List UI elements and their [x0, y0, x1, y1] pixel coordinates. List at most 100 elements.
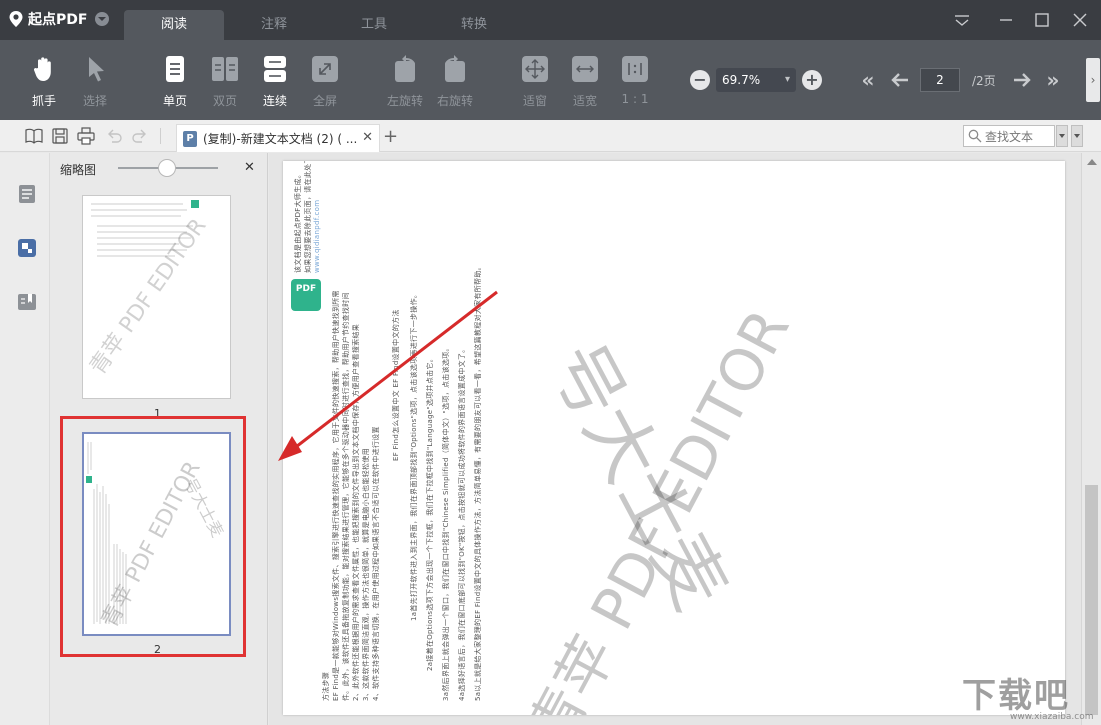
double-page-icon — [212, 57, 238, 81]
scroll-up-icon[interactable] — [1087, 159, 1097, 165]
body-line: 2、此外软件还能根据用户的需求查看文件属性，也能把搜索到的文件导出到文本文档中保… — [352, 323, 360, 701]
body-line: 2a接着在Options选项下方会出现一个下拉框，我们在下拉框中找到"Langu… — [426, 354, 434, 671]
fit-window-button[interactable]: 适窗 — [513, 54, 557, 109]
last-page-button[interactable]: » — [1041, 68, 1065, 92]
actual-size-button[interactable]: 1 : 1 — [613, 54, 657, 106]
close-icon[interactable] — [1070, 10, 1090, 30]
new-tab-button[interactable]: + — [383, 126, 398, 147]
hand-tool-button[interactable]: 抓手 — [22, 54, 66, 109]
next-page-icon[interactable] — [1010, 68, 1034, 92]
thumbnail-page-1[interactable]: 青苹 PDF EDITOR — [82, 195, 231, 399]
site-watermark-logo: 下载吧 — [962, 676, 1070, 716]
fit-width-icon — [572, 56, 598, 82]
document-tab-bar: P (复制)-新建文本文档 (2) ( ... ✕ + 查找文本 — [0, 120, 1101, 152]
body-line: 件。此外，该软件还具备拖放复制功能，能对搜索结果进行管理，它能够在多个驱动器中同… — [342, 292, 350, 701]
thumbnail-icon[interactable] — [16, 237, 38, 259]
single-page-icon — [166, 56, 184, 82]
header-line: 如果您想要去除此页面，请在此处下载： — [304, 161, 312, 273]
scrollbar-thumb[interactable] — [1085, 485, 1098, 715]
continuous-button[interactable]: 连续 — [253, 54, 297, 109]
search-options-dropdown[interactable] — [1056, 125, 1068, 147]
continuous-scroll-icon — [264, 56, 286, 82]
chevron-down-icon: ▾ — [784, 74, 790, 85]
svg-text:青苹 PDF EDITOR: 青苹 PDF EDITOR — [85, 214, 211, 379]
ribbon-collapse-button[interactable]: › — [1086, 58, 1100, 102]
fullscreen-button[interactable]: 全屏 — [303, 54, 347, 109]
tab-tools[interactable]: 工具 — [324, 10, 424, 40]
undo-icon[interactable] — [104, 126, 124, 146]
page-total: /2页 — [972, 74, 996, 88]
location-pin-icon — [9, 11, 23, 27]
pdf-logo-badge: PDF — [291, 279, 321, 311]
double-page-button[interactable]: 双页 — [203, 54, 247, 109]
single-page-button[interactable]: 单页 — [153, 54, 197, 109]
zoom-out-button[interactable]: − — [690, 70, 710, 90]
tab-convert[interactable]: 转换 — [424, 10, 524, 40]
document-viewport[interactable]: 该文档是由起点PDF大师生成。 如果您想要去除此页面，请在此处下载： www.q… — [269, 153, 1081, 725]
pdf-page: 该文档是由起点PDF大师生成。 如果您想要去除此页面，请在此处下载： www.q… — [283, 161, 1065, 715]
slider-handle[interactable] — [158, 159, 176, 177]
body-line: 1a首先打开软件进入到主界面，我们在界面顶部找到"Options"选项，点击该选… — [410, 290, 418, 621]
close-tab-icon[interactable]: ✕ — [362, 130, 373, 145]
rotate-right-label: 右旋转 — [436, 94, 473, 108]
hand-tool-label: 抓手 — [31, 94, 56, 108]
title-bar: 起点PDF 阅读 注释 工具 转换 — [0, 0, 1101, 40]
actual-size-label: 1 : 1 — [621, 92, 649, 106]
previous-page-icon[interactable] — [888, 68, 912, 92]
thumbnail-panel-title: 缩略图 — [60, 163, 97, 177]
thumbnail-page-1-content: 青苹 PDF EDITOR — [85, 200, 212, 379]
outline-icon[interactable] — [16, 183, 38, 205]
body-line: 3a然后界面上就会弹出一个窗口，我们在窗口中找到"Chinese Simplif… — [442, 344, 450, 701]
zoom-in-button[interactable]: + — [802, 70, 822, 90]
page-number-input[interactable]: 2 — [920, 68, 960, 92]
minimize-icon[interactable] — [996, 10, 1016, 30]
body-line: 方法步骤 — [322, 671, 330, 701]
actual-size-icon — [622, 56, 648, 82]
search-scope-dropdown[interactable] — [1071, 125, 1083, 147]
rotate-right-button[interactable]: 右旋转 — [433, 54, 477, 109]
menu-icon[interactable] — [952, 10, 972, 30]
body-line: 4、软件支持多种语言切换，在用户使用过程中如果语言不合适可以在软件中进行设置 — [372, 426, 380, 701]
zoom-value: 69.7% — [722, 73, 761, 87]
rotate-right-icon — [445, 55, 465, 82]
body-line: 5a以上就是给大家整理的EF Find设置中文的具体操作方法，方法简单易懂，有需… — [474, 263, 482, 701]
vertical-scrollbar[interactable] — [1081, 153, 1101, 725]
chevron-down-icon[interactable] — [95, 12, 110, 26]
close-panel-icon[interactable]: ✕ — [244, 160, 255, 175]
fit-width-label: 适宽 — [572, 94, 597, 108]
tab-read[interactable]: 阅读 — [124, 10, 224, 40]
select-tool-button[interactable]: 选择 — [73, 54, 117, 109]
document-tab-title: (复制)-新建文本文档 (2) ( ... — [203, 132, 358, 146]
continuous-label: 连续 — [262, 94, 287, 108]
tab-annotate[interactable]: 注释 — [224, 10, 324, 40]
first-page-button[interactable]: « — [856, 68, 880, 92]
body-line: EF Find是一款能够对Windows搜索文件、搜索引擎进行快速查找的实用程序… — [332, 290, 340, 701]
bookmark-icon[interactable] — [16, 291, 38, 313]
zoom-select[interactable]: 69.7% ▾ — [716, 68, 796, 92]
ribbon-toolbar: 抓手 选择 单页 双页 连续 全屏 左旋转 右旋转 适窗 适宽 1: 1 − … — [0, 40, 1101, 120]
redo-icon[interactable] — [130, 126, 150, 146]
search-icon — [968, 129, 982, 143]
rotate-left-label: 左旋转 — [386, 94, 423, 108]
app-name: 起点PDF — [28, 12, 88, 28]
select-tool-label: 选择 — [82, 94, 107, 108]
save-icon[interactable] — [50, 126, 70, 146]
pdf-logo-text: PDF — [295, 284, 317, 294]
maximize-icon[interactable] — [1032, 10, 1052, 30]
fullscreen-label: 全屏 — [312, 94, 337, 108]
document-tab[interactable]: P (复制)-新建文本文档 (2) ( ... ✕ — [176, 124, 380, 152]
fit-width-button[interactable]: 适宽 — [563, 54, 607, 109]
body-line: 4a选择好语言后，我们在窗口底部可以找到"OK"按钮，点击按钮就可以成功将软件的… — [458, 345, 466, 701]
header-link[interactable]: www.qidianpdf.com — [313, 200, 321, 273]
fit-window-icon — [522, 56, 548, 82]
open-book-icon[interactable] — [24, 126, 44, 146]
app-logo[interactable]: 起点PDF — [8, 9, 110, 29]
search-input[interactable]: 查找文本 — [963, 125, 1055, 147]
header-line: 该文档是由起点PDF大师生成。 — [294, 170, 302, 273]
print-icon[interactable] — [76, 126, 96, 146]
body-line: EF Find怎么设置中文 EF Find设置中文的方法 — [392, 309, 400, 461]
single-page-label: 单页 — [162, 94, 187, 108]
rotate-left-button[interactable]: 左旋转 — [383, 54, 427, 109]
double-page-label: 双页 — [212, 94, 237, 108]
hand-icon — [33, 57, 51, 81]
